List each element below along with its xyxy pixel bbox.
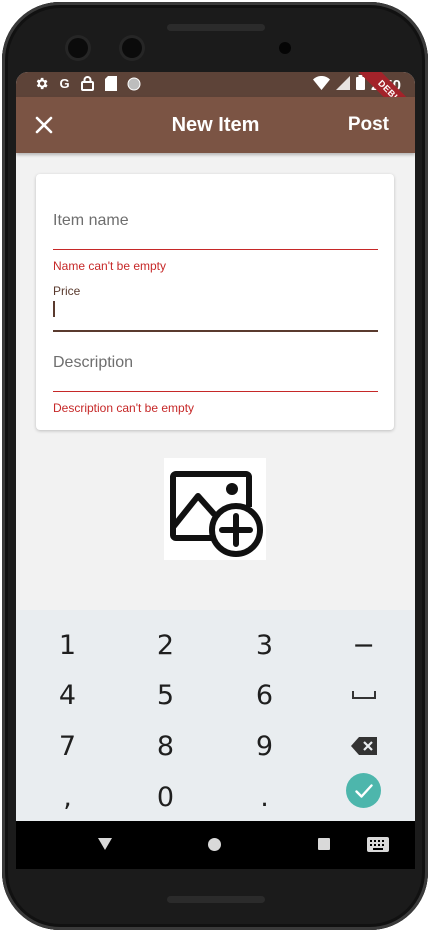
system-nav-bar (16, 821, 415, 869)
back-icon[interactable] (98, 838, 112, 850)
key-period[interactable]: . (215, 772, 314, 822)
check-icon (354, 783, 373, 798)
app-bar: New Item Post (16, 97, 415, 153)
key-3[interactable]: 3 (215, 620, 314, 670)
description-placeholder: Description (53, 354, 134, 371)
proximity-sensor (279, 42, 291, 54)
lock-icon (80, 76, 95, 91)
home-icon[interactable] (208, 838, 221, 851)
status-bar: G 2: (16, 72, 415, 132)
item-name-field[interactable]: Item name Name can't be empty (53, 210, 378, 273)
key-2[interactable]: 2 (116, 620, 215, 670)
key-7[interactable]: 7 (18, 721, 117, 771)
keyboard-icon[interactable] (367, 837, 389, 852)
key-9[interactable]: 9 (215, 721, 314, 771)
price-field[interactable]: Price (53, 284, 378, 334)
item-form-card: Item name Name can't be empty Price Desc… (36, 174, 394, 430)
post-button[interactable]: Post (348, 114, 389, 136)
front-camera-icon (122, 38, 142, 58)
key-4[interactable]: 4 (18, 670, 117, 720)
price-label: Price (53, 284, 81, 298)
price-underline (53, 330, 378, 332)
add-photo-icon (170, 471, 263, 557)
key-1[interactable]: 1 (18, 620, 117, 670)
recents-icon[interactable] (318, 838, 330, 850)
circle-icon (126, 76, 141, 91)
backspace-key[interactable] (314, 721, 413, 771)
google-icon: G (59, 76, 70, 91)
enter-key[interactable] (346, 773, 381, 808)
gear-icon (34, 76, 49, 91)
key-0[interactable]: 0 (116, 772, 215, 822)
signal-icon (335, 75, 350, 95)
sd-card-icon (103, 76, 118, 91)
add-photo-button[interactable] (164, 458, 266, 560)
key-6[interactable]: 6 (215, 670, 314, 720)
space-key[interactable] (314, 670, 413, 720)
phone-frame: G 2: (2, 2, 428, 930)
text-cursor (53, 301, 55, 317)
key-minus[interactable]: − (314, 620, 413, 670)
front-camera-icon (68, 38, 88, 58)
item-name-underline (53, 249, 378, 250)
description-field[interactable]: Description Description can't be empty (53, 352, 378, 415)
description-error: Description can't be empty (53, 401, 195, 415)
screen: G 2: (16, 72, 415, 869)
item-name-error: Name can't be empty (53, 259, 167, 273)
space-icon (351, 691, 376, 699)
earpiece (167, 24, 265, 31)
wifi-icon (312, 75, 330, 95)
key-8[interactable]: 8 (116, 721, 215, 771)
backspace-icon (350, 737, 377, 755)
battery-icon (355, 75, 365, 95)
key-comma[interactable]: , (18, 772, 117, 822)
key-5[interactable]: 5 (116, 670, 215, 720)
item-name-placeholder: Item name (53, 212, 129, 229)
numeric-keyboard: 1 2 3 − 4 5 6 7 8 9 , 0 . (16, 610, 415, 821)
bottom-speaker (167, 896, 265, 903)
description-underline (53, 391, 378, 392)
